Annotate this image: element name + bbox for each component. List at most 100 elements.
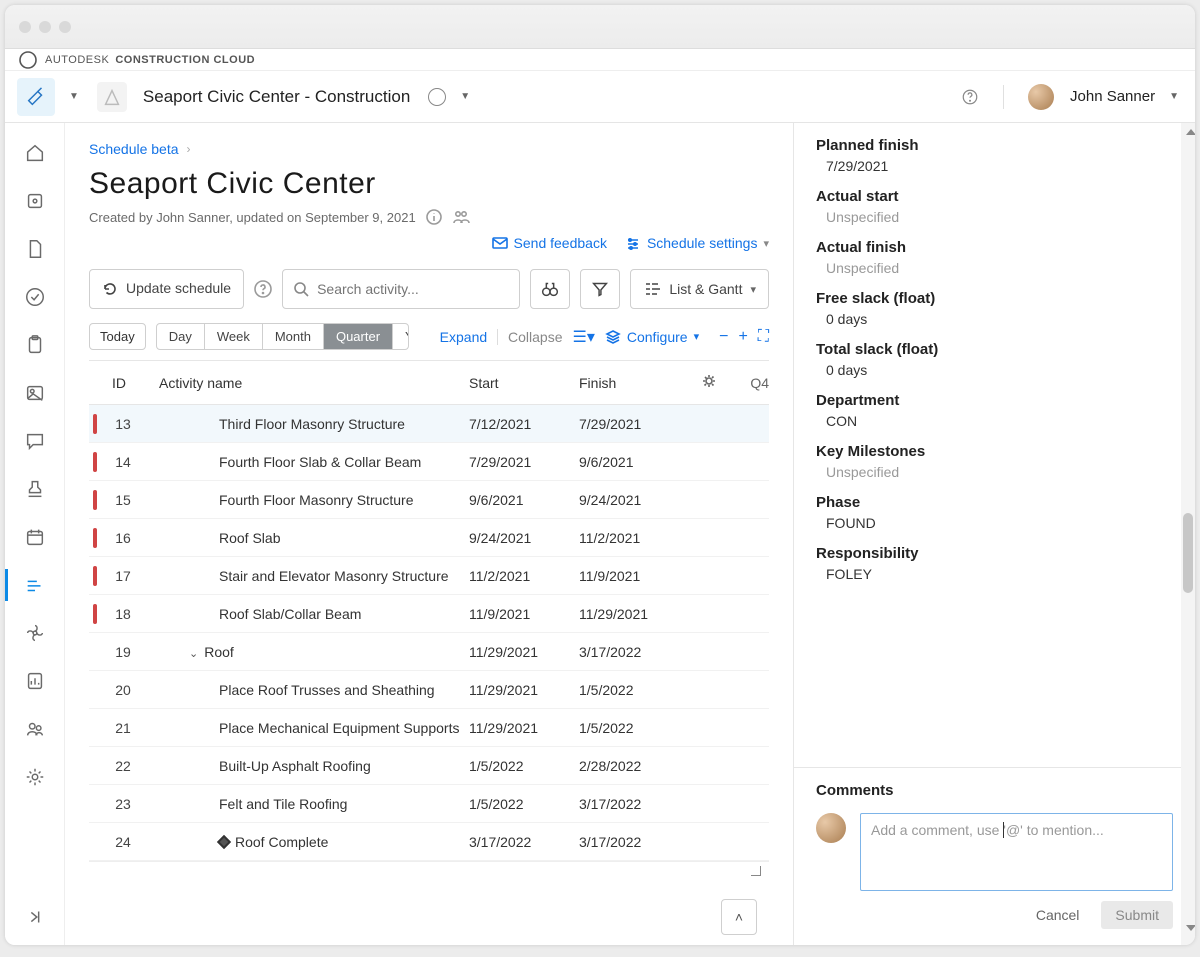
table-row[interactable]: 16Roof Slab9/24/202111/2/2021 (89, 519, 769, 557)
table-row[interactable]: 13Third Floor Masonry Structure7/12/2021… (89, 405, 769, 443)
indent-icon[interactable]: ☰▾ (573, 327, 595, 347)
field-phase: PhaseFOUND (816, 494, 1173, 531)
nav-home[interactable] (23, 141, 47, 165)
page-title: Seaport Civic Center (89, 167, 769, 201)
layers-icon (605, 329, 621, 345)
today-button[interactable]: Today (89, 323, 146, 350)
nav-stamp[interactable] (23, 477, 47, 501)
brand-b: CONSTRUCTION CLOUD (115, 54, 255, 66)
filter-button[interactable] (580, 269, 620, 309)
zoom-in-icon[interactable]: + (738, 328, 747, 346)
user-avatar[interactable] (1028, 84, 1054, 110)
page-meta: Created by John Sanner, updated on Septe… (89, 210, 416, 225)
table-row[interactable]: 24Roof Complete3/17/20223/17/2022 (89, 823, 769, 861)
comment-input[interactable]: Add a comment, use '@' to mention... (860, 813, 1173, 891)
table-row[interactable]: 21Place Mechanical Equipment Supports11/… (89, 709, 769, 747)
send-feedback[interactable]: Send feedback (492, 235, 607, 251)
comments-title: Comments (816, 782, 1173, 799)
user-caret-icon[interactable]: ▼ (1169, 91, 1179, 102)
app-header: ▼ Seaport Civic Center - Construction ▼ … (5, 71, 1195, 123)
field-actual-finish: Actual finishUnspecified (816, 239, 1173, 276)
window-close[interactable] (19, 21, 31, 33)
window-titlebar (5, 5, 1195, 49)
nav-photos[interactable] (23, 381, 47, 405)
details-panel: Planned finish7/29/2021Actual startUnspe… (793, 123, 1195, 945)
brand-icon (17, 49, 39, 71)
range-day[interactable]: Day (157, 324, 205, 349)
nav-approvals[interactable] (23, 285, 47, 309)
tool-caret-icon[interactable]: ▼ (69, 91, 79, 102)
binoculars-icon (539, 278, 561, 300)
nav-collapse[interactable] (23, 905, 47, 929)
search-input[interactable] (282, 269, 520, 309)
nav-sheets[interactable] (23, 189, 47, 213)
globe-icon[interactable] (428, 88, 446, 106)
table-row[interactable]: 19⌄Roof11/29/20213/17/2022 (89, 633, 769, 671)
field-responsibility: ResponsibilityFOLEY (816, 545, 1173, 582)
field-planned-finish: Planned finish7/29/2021 (816, 137, 1173, 174)
field-key-milestones: Key MilestonesUnspecified (816, 443, 1173, 480)
window-min[interactable] (39, 21, 51, 33)
update-schedule-button[interactable]: Update schedule (89, 269, 244, 309)
table-row[interactable]: 17Stair and Elevator Masonry Structure11… (89, 557, 769, 595)
range-week[interactable]: Week (205, 324, 263, 349)
col-name[interactable]: Activity name (149, 375, 469, 391)
nav-fan[interactable] (23, 621, 47, 645)
nav-calendar[interactable] (23, 525, 47, 549)
table-row[interactable]: 22Built-Up Asphalt Roofing1/5/20222/28/2… (89, 747, 769, 785)
fullscreen-icon[interactable]: ⛶ (758, 328, 769, 346)
comment-submit[interactable]: Submit (1101, 901, 1173, 929)
range-month[interactable]: Month (263, 324, 324, 349)
window-max[interactable] (59, 21, 71, 33)
breadcrumb[interactable]: Schedule beta › (89, 141, 769, 157)
project-icon[interactable] (97, 82, 127, 112)
help-sm-icon[interactable] (254, 280, 272, 298)
nav-schedule[interactable] (23, 573, 47, 597)
brand-bar: AUTODESK CONSTRUCTION CLOUD (5, 49, 1195, 71)
info-icon[interactable] (426, 209, 442, 225)
comment-cancel[interactable]: Cancel (1028, 901, 1088, 929)
project-name[interactable]: Seaport Civic Center - Construction (143, 87, 410, 107)
user-name[interactable]: John Sanner (1070, 88, 1155, 105)
outer-scrollbar[interactable] (1183, 125, 1195, 935)
table-row[interactable]: 14Fourth Floor Slab & Collar Beam7/29/20… (89, 443, 769, 481)
table-row[interactable]: 15Fourth Floor Masonry Structure9/6/2021… (89, 481, 769, 519)
zoom-out-icon[interactable]: − (719, 328, 728, 346)
scroll-top-button[interactable]: ˄ (721, 899, 757, 935)
range-segment: DayWeekMonthQuarterYear (156, 323, 409, 350)
chevron-right-icon: › (187, 142, 191, 156)
nav-members[interactable] (23, 717, 47, 741)
field-total-slack-float-: Total slack (float)0 days (816, 341, 1173, 378)
range-year[interactable]: Year (393, 324, 409, 349)
range-quarter[interactable]: Quarter (324, 324, 393, 349)
expand-link[interactable]: Expand (440, 329, 487, 345)
nav-forms[interactable] (23, 333, 47, 357)
project-caret-icon[interactable]: ▼ (460, 91, 470, 102)
col-q4: Q4 (729, 375, 769, 391)
chevron-down-icon: ▾ (763, 237, 769, 250)
col-settings-icon[interactable] (689, 373, 729, 392)
table-row[interactable]: 20Place Roof Trusses and Sheathing11/29/… (89, 671, 769, 709)
schedule-settings[interactable]: Schedule settings ▾ (625, 235, 769, 251)
activity-table: ID Activity name Start Finish Q4 13Third… (89, 360, 769, 945)
nav-files[interactable] (23, 237, 47, 261)
help-icon[interactable] (961, 88, 979, 106)
table-row[interactable]: 23Felt and Tile Roofing1/5/20223/17/2022 (89, 785, 769, 823)
members-icon[interactable] (452, 209, 470, 225)
field-department: DepartmentCON (816, 392, 1173, 429)
col-finish[interactable]: Finish (579, 375, 689, 391)
col-id[interactable]: ID (89, 375, 149, 391)
binoculars-button[interactable] (530, 269, 570, 309)
h-scrollbar[interactable] (89, 861, 769, 877)
collapse-link[interactable]: Collapse (508, 329, 562, 345)
nav-report[interactable] (23, 669, 47, 693)
nav-settings[interactable] (23, 765, 47, 789)
table-row[interactable]: 18Roof Slab/Collar Beam11/9/202111/29/20… (89, 595, 769, 633)
main-content: Schedule beta › Seaport Civic Center Cre… (65, 123, 793, 945)
configure-button[interactable]: Configure ▾ (605, 329, 699, 345)
view-mode-button[interactable]: List & Gantt ▾ (630, 269, 769, 309)
nav-comments[interactable] (23, 429, 47, 453)
tool-icon[interactable] (17, 78, 55, 116)
col-start[interactable]: Start (469, 375, 579, 391)
mail-icon (492, 235, 508, 251)
